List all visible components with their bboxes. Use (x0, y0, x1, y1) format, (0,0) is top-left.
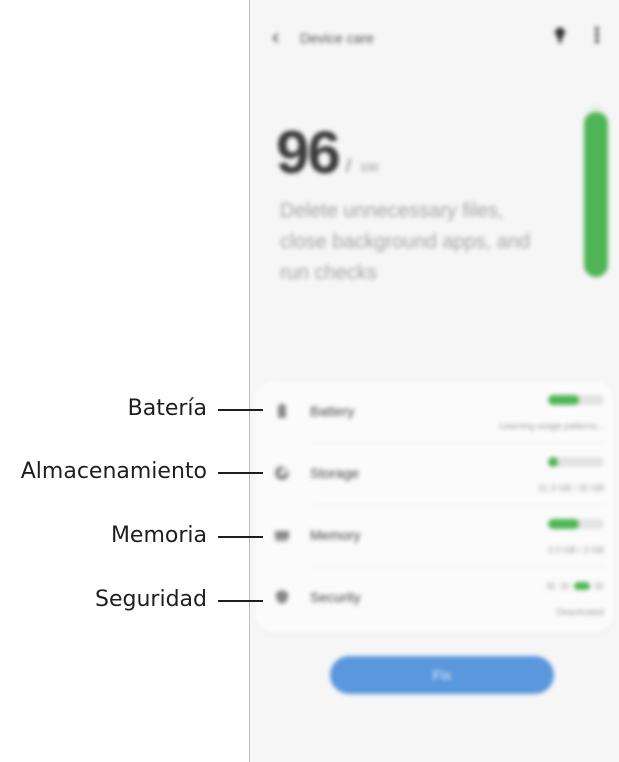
page-title: Device care (300, 30, 374, 46)
lightbulb-icon[interactable] (554, 27, 566, 43)
status-dot (560, 582, 570, 590)
item-level-fill (548, 457, 559, 467)
item-level-fill (548, 395, 579, 405)
score-separator: / (346, 156, 352, 176)
item-level-bar (548, 519, 604, 529)
item-row-storage[interactable]: Storage 21.3 GB / 32 GB (254, 443, 614, 505)
item-label: Battery (310, 403, 355, 419)
item-row-battery[interactable]: Battery Learning usage patterns... (254, 381, 614, 443)
item-label: Storage (310, 465, 360, 481)
item-row-security[interactable]: Security Deactivated (254, 567, 614, 629)
app-bar: ‹ Device care (250, 18, 619, 58)
item-level-bar (548, 457, 604, 467)
score-gauge-fill (584, 112, 608, 277)
callout-line-security (218, 600, 263, 602)
callout-line-memory (218, 536, 263, 538)
fix-now-button[interactable]: Fix (330, 656, 554, 694)
callout-label-storage: Almacenamiento (20, 459, 207, 484)
storage-pie-icon (275, 466, 289, 480)
status-dot (546, 582, 556, 590)
device-items-card: Battery Learning usage patterns... Stora… (254, 381, 614, 633)
score-description: Delete unnecessary files, close backgrou… (280, 200, 531, 284)
status-dot-active (574, 582, 590, 590)
item-status: Learning usage patterns... (499, 421, 604, 431)
more-vert-icon[interactable] (594, 26, 600, 44)
battery-icon (278, 404, 286, 418)
item-label: Memory (310, 527, 361, 543)
memory-chip-icon (275, 531, 289, 542)
device-care-screen: ‹ Device care 96 / 100 Delete unnecessar… (249, 0, 619, 762)
item-status: 21.3 GB / 32 GB (537, 483, 604, 493)
security-status-dots (544, 581, 604, 591)
score-max: 100 (360, 162, 379, 174)
device-score: 96 (276, 119, 341, 186)
callout-label-battery: Batería (127, 396, 207, 421)
status-dot (594, 582, 604, 590)
callout-label-security: Seguridad (95, 587, 207, 612)
chevron-left-icon[interactable]: ‹ (272, 24, 279, 50)
item-row-memory[interactable]: Memory 2.0 GB / 3 GB (254, 505, 614, 567)
item-status: 2.0 GB / 3 GB (547, 545, 604, 555)
item-label: Security (310, 589, 361, 605)
shield-icon (276, 590, 288, 604)
callout-line-storage (218, 472, 263, 474)
callout-label-memory: Memoria (110, 523, 207, 548)
callout-line-battery (218, 409, 263, 411)
item-level-bar (548, 395, 604, 405)
item-status: Deactivated (556, 607, 604, 617)
item-level-fill (548, 519, 579, 529)
